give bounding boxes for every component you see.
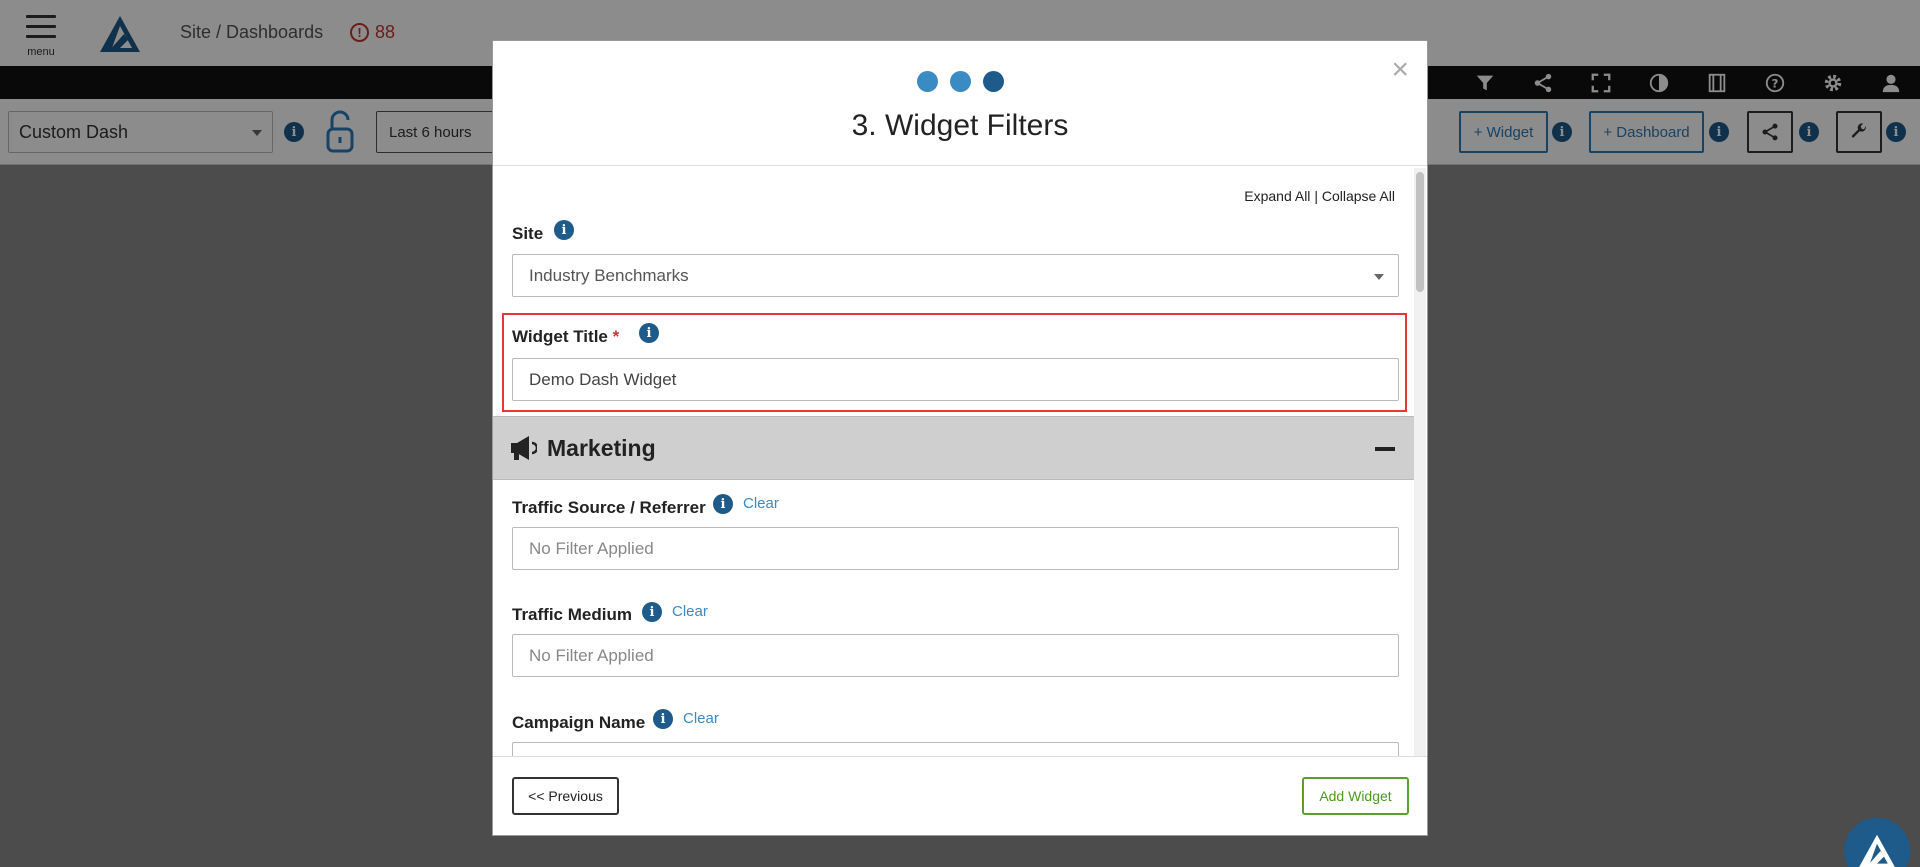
traffic-source-input[interactable]: No Filter Applied bbox=[512, 527, 1399, 570]
chevron-down-icon bbox=[1374, 274, 1384, 280]
section-title: Marketing bbox=[547, 435, 656, 461]
expand-collapse-links: Expand All | Collapse All bbox=[1244, 188, 1395, 204]
scrollbar-thumb[interactable] bbox=[1416, 172, 1424, 292]
info-icon[interactable]: i bbox=[642, 602, 662, 622]
filter-label: Traffic Source / Referrer bbox=[512, 498, 706, 517]
add-widget-submit-button[interactable]: Add Widget bbox=[1302, 777, 1409, 815]
clear-filter-link[interactable]: Clear bbox=[672, 603, 708, 620]
widget-title-label: Widget Title * bbox=[512, 327, 619, 347]
clear-filter-link[interactable]: Clear bbox=[743, 495, 779, 512]
filter-label: Traffic Medium bbox=[512, 605, 632, 624]
filter-label: Campaign Name bbox=[512, 713, 646, 732]
step-dot bbox=[916, 71, 938, 92]
minus-icon[interactable] bbox=[1375, 447, 1395, 451]
modal-body: Expand All | Collapse All Site i Industr… bbox=[493, 166, 1415, 758]
modal-scrollbar[interactable] bbox=[1414, 168, 1426, 758]
marketing-section-header[interactable]: Marketing bbox=[493, 416, 1415, 480]
modal-footer: << Previous Add Widget bbox=[493, 756, 1427, 835]
site-select-value: Industry Benchmarks bbox=[529, 265, 689, 285]
required-marker: * bbox=[612, 327, 620, 346]
widget-filters-modal: × 3. Widget Filters Expand All | Collaps… bbox=[492, 40, 1428, 836]
step-dot-active bbox=[982, 71, 1004, 92]
step-indicator bbox=[493, 71, 1427, 92]
widget-title-input[interactable]: Demo Dash Widget bbox=[512, 358, 1399, 401]
widget-title-label-text: Widget Title bbox=[512, 327, 608, 346]
site-label: Site bbox=[512, 224, 544, 243]
collapse-all-link[interactable]: Collapse All bbox=[1322, 188, 1395, 204]
info-icon[interactable]: i bbox=[639, 323, 659, 343]
site-select[interactable]: Industry Benchmarks bbox=[512, 254, 1399, 297]
traffic-medium-input[interactable]: No Filter Applied bbox=[512, 634, 1399, 677]
megaphone-icon bbox=[511, 436, 537, 460]
logo-icon bbox=[1859, 834, 1895, 867]
modal-title: 3. Widget Filters bbox=[851, 109, 1069, 142]
info-icon[interactable]: i bbox=[554, 220, 574, 240]
expand-all-link[interactable]: Expand All bbox=[1244, 188, 1310, 204]
separator: | bbox=[1314, 188, 1318, 204]
info-icon[interactable]: i bbox=[713, 494, 733, 514]
previous-button[interactable]: << Previous bbox=[512, 777, 619, 815]
clear-filter-link[interactable]: Clear bbox=[683, 710, 719, 727]
step-dot bbox=[949, 71, 971, 92]
info-icon[interactable]: i bbox=[653, 709, 673, 729]
